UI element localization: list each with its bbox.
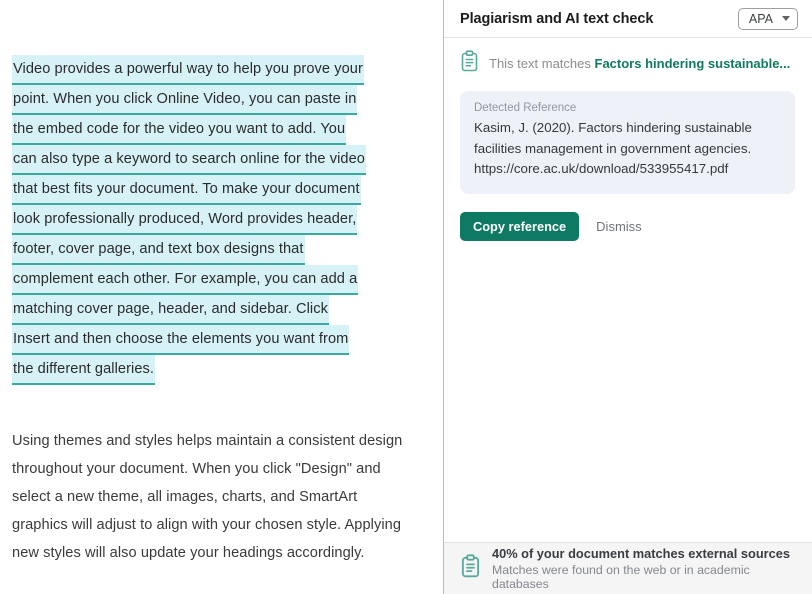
status-badge: 40% of your document matches external so… <box>492 546 790 561</box>
panel-body: This text matches Factors hindering sust… <box>444 38 812 542</box>
highlighted-line: the different galleries. <box>12 355 156 385</box>
match-source-title[interactable]: Factors hindering sustainable... <box>595 56 791 71</box>
reference-url[interactable]: https://core.ac.uk/download/533955417.pd… <box>474 159 781 180</box>
detected-reference-card: Detected Reference Kasim, J. (2020). Fac… <box>460 91 795 194</box>
detected-reference-text[interactable]: Kasim, J. (2020). Factors hindering sust… <box>474 118 781 180</box>
highlighted-line: can also type a keyword to search online… <box>12 145 366 175</box>
match-summary-row[interactable]: This text matches Factors hindering sust… <box>444 38 812 85</box>
page-title: Plagiarism and AI text check <box>460 10 654 27</box>
highlighted-line: matching cover page, header, and sidebar… <box>12 295 329 325</box>
clipboard-icon <box>460 554 481 583</box>
highlighted-paragraph[interactable]: Video provides a powerful way to help yo… <box>12 55 412 385</box>
reference-line: facilities management in government agen… <box>474 140 752 156</box>
match-prefix: This text matches <box>489 56 591 71</box>
highlighted-line: Insert and then choose the elements you … <box>12 325 350 355</box>
action-row: Copy reference Dismiss <box>444 194 812 241</box>
reference-line: Kasim, J. (2020). Factors hindering sust… <box>474 120 752 135</box>
highlighted-line: complement each other. For example, you … <box>12 265 359 295</box>
highlighted-line: footer, cover page, and text box designs… <box>12 235 305 265</box>
highlighted-line: Video provides a powerful way to help yo… <box>12 55 364 85</box>
footer-subtitle: Matches were found on the web or in acad… <box>492 563 750 591</box>
panel-header: Plagiarism and AI text check APA <box>444 0 812 38</box>
panel-footer: 40% of your document matches external so… <box>444 542 812 594</box>
highlighted-line: look professionally produced, Word provi… <box>12 205 358 235</box>
copy-reference-button[interactable]: Copy reference <box>460 211 580 241</box>
highlighted-line: point. When you click Online Video, you … <box>12 85 358 115</box>
detected-reference-label: Detected Reference <box>474 102 577 114</box>
match-text: This text matches Factors hindering sust… <box>489 56 790 71</box>
highlighted-line: that best fits your document. To make yo… <box>12 175 361 205</box>
clipboard-icon <box>460 50 479 77</box>
citation-style-select[interactable]: APA <box>737 7 798 30</box>
plagiarism-checker-app: Video provides a powerful way to help yo… <box>0 0 812 594</box>
plain-paragraph[interactable]: Using themes and styles helps maintain a… <box>12 427 412 567</box>
dismiss-button[interactable]: Dismiss <box>587 212 651 241</box>
document-pane: Video provides a powerful way to help yo… <box>0 0 444 594</box>
plagiarism-panel: Plagiarism and AI text check APA This te… <box>444 0 812 594</box>
highlighted-line: the embed code for the video you want to… <box>12 115 347 145</box>
citation-style-value: APA <box>748 11 773 26</box>
chevron-down-icon <box>782 16 790 21</box>
footer-text: 40% of your document matches external so… <box>492 546 796 591</box>
